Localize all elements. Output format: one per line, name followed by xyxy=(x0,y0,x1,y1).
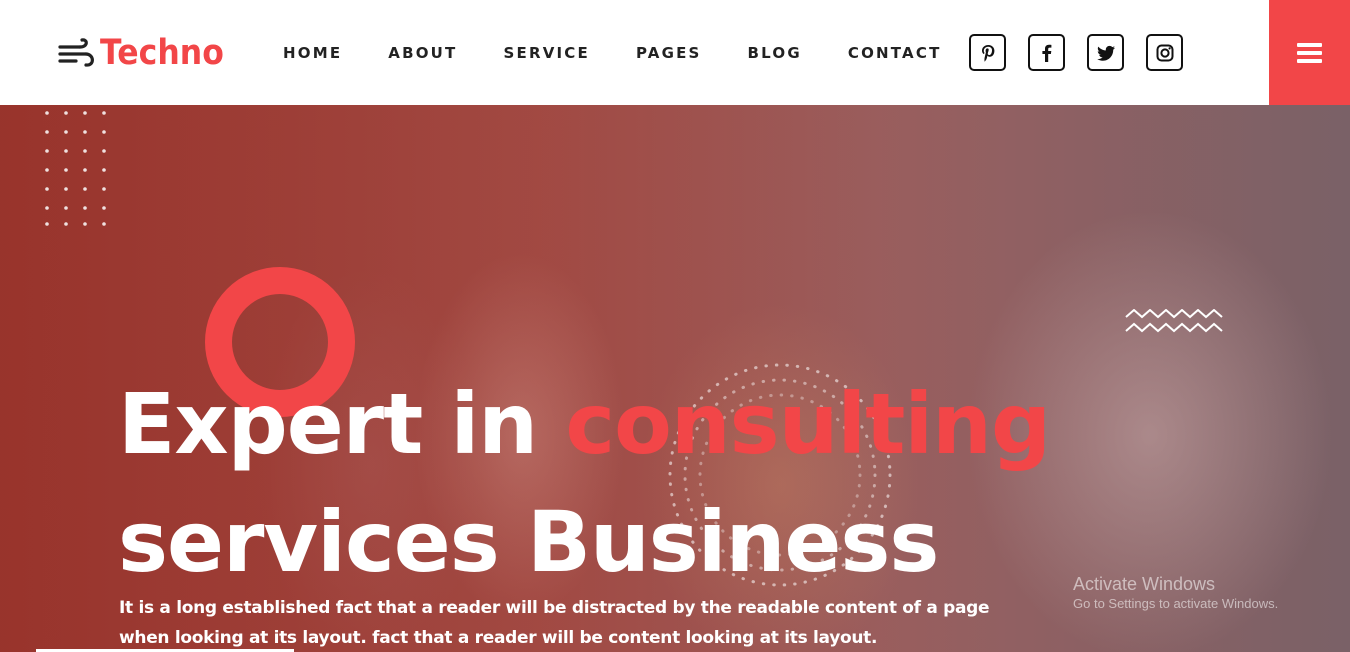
nav-item-pages[interactable]: PAGES xyxy=(636,42,702,64)
dot-grid-decoration xyxy=(45,111,106,226)
headline-accent: consulting xyxy=(565,375,1051,473)
facebook-icon xyxy=(1041,44,1051,62)
pinterest-icon xyxy=(981,44,994,62)
nav-item-service[interactable]: SERVICE xyxy=(504,42,590,64)
nav-item-home[interactable]: HOME xyxy=(283,42,342,64)
site-header: Techno HOME ABOUT SERVICE PAGES BLOG CON… xyxy=(0,0,1350,105)
facebook-link[interactable] xyxy=(1028,34,1065,71)
hero-description: It is a long established fact that a rea… xyxy=(119,598,990,648)
logo-wind-icon xyxy=(58,38,94,67)
nav-item-blog[interactable]: BLOG xyxy=(748,42,802,64)
nav-item-contact[interactable]: CONTACT xyxy=(848,42,942,64)
activate-windows-watermark: Activate Windows Go to Settings to activ… xyxy=(1073,573,1278,613)
social-links xyxy=(969,34,1205,71)
hero-banner: Expert in consulting services Business I… xyxy=(0,105,1350,652)
instagram-link[interactable] xyxy=(1146,34,1183,71)
hero-headline: Expert in consulting services Business xyxy=(118,365,1051,601)
main-nav: HOME ABOUT SERVICE PAGES BLOG CONTACT xyxy=(283,42,988,64)
twitter-link[interactable] xyxy=(1087,34,1124,71)
twitter-icon xyxy=(1096,45,1115,61)
hamburger-icon xyxy=(1297,42,1322,63)
pinterest-link[interactable] xyxy=(969,34,1006,71)
zigzag-decoration xyxy=(1125,309,1223,333)
nav-item-about[interactable]: ABOUT xyxy=(388,42,457,64)
instagram-icon xyxy=(1156,44,1173,61)
headline-text: Expert in xyxy=(118,375,566,473)
headline-line2: services Business xyxy=(118,493,939,591)
menu-toggle-button[interactable] xyxy=(1269,0,1350,105)
brand-logo[interactable]: Techno xyxy=(58,30,238,76)
watermark-title: Activate Windows xyxy=(1073,574,1216,594)
watermark-subtitle: Go to Settings to activate Windows. xyxy=(1073,596,1279,611)
brand-name: Techno xyxy=(100,33,224,73)
